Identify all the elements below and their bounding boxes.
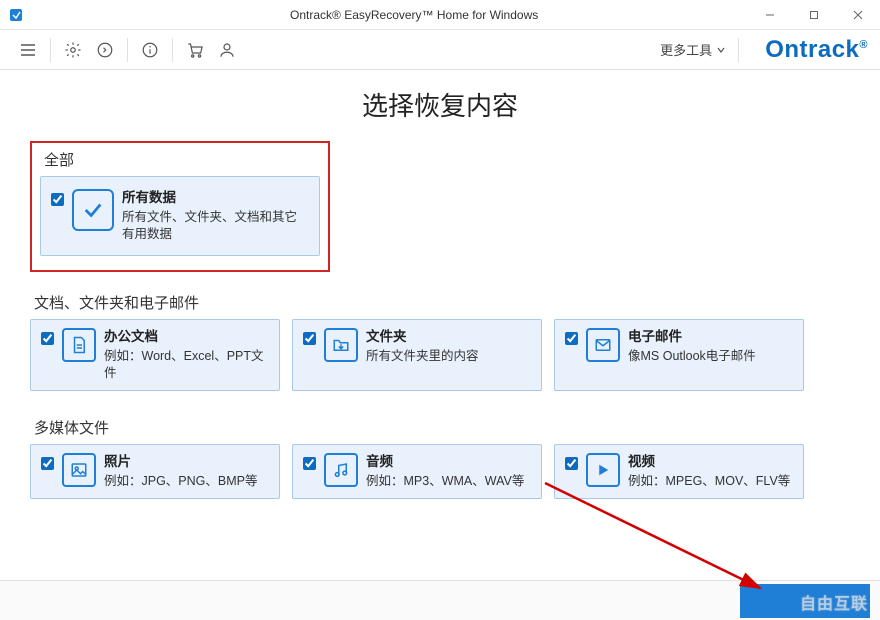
separator xyxy=(172,38,173,62)
card-desc: 所有文件、文件夹、文档和其它有用数据 xyxy=(122,209,307,243)
page-content: 选择恢复内容 全部 所有数据 所有文件、文件夹、文档和其它有用数据 文档、文件夹… xyxy=(0,70,880,580)
checkbox-office-docs[interactable] xyxy=(41,332,54,345)
checkbox-audio[interactable] xyxy=(303,457,316,470)
window-controls xyxy=(748,0,880,30)
more-tools-label: 更多工具 xyxy=(660,40,712,59)
chevron-down-icon xyxy=(716,45,726,55)
history-button[interactable] xyxy=(91,36,119,64)
separator xyxy=(738,38,739,62)
minimize-button[interactable] xyxy=(748,0,792,30)
separator xyxy=(50,38,51,62)
checkbox-all-data[interactable] xyxy=(51,193,64,206)
card-text: 视频 例如：MPEG、MOV、FLV等 xyxy=(628,453,790,490)
card-title: 视频 xyxy=(628,453,790,471)
toolbar: 更多工具 Ontrack® xyxy=(0,30,880,70)
card-title: 文件夹 xyxy=(366,328,479,346)
separator xyxy=(127,38,128,62)
card-desc: 例如：Word、Excel、PPT文件 xyxy=(104,348,269,382)
music-icon xyxy=(324,453,358,487)
checkbox-email[interactable] xyxy=(565,332,578,345)
card-text: 音频 例如：MP3、WMA、WAV等 xyxy=(366,453,524,490)
card-email[interactable]: 电子邮件 像MS Outlook电子邮件 xyxy=(554,319,804,391)
card-desc: 例如：JPG、PNG、BMP等 xyxy=(104,473,258,490)
title-bar: Ontrack® EasyRecovery™ Home for Windows xyxy=(0,0,880,30)
user-button[interactable] xyxy=(213,36,241,64)
checkbox-folders[interactable] xyxy=(303,332,316,345)
card-title: 所有数据 xyxy=(122,189,307,207)
card-text: 文件夹 所有文件夹里的内容 xyxy=(366,328,479,365)
check-icon xyxy=(72,189,114,231)
card-office-docs[interactable]: 办公文档 例如：Word、Excel、PPT文件 xyxy=(30,319,280,391)
card-text: 所有数据 所有文件、文件夹、文档和其它有用数据 xyxy=(122,189,307,243)
folder-icon xyxy=(324,328,358,362)
maximize-button[interactable] xyxy=(792,0,836,30)
image-icon xyxy=(62,453,96,487)
bottom-bar xyxy=(0,580,880,620)
card-title: 音频 xyxy=(366,453,524,471)
checkbox-video[interactable] xyxy=(565,457,578,470)
row-docs: 办公文档 例如：Word、Excel、PPT文件 文件夹 所有文件夹里的内容 电… xyxy=(30,319,850,391)
card-title: 照片 xyxy=(104,453,258,471)
info-button[interactable] xyxy=(136,36,164,64)
more-tools-button[interactable]: 更多工具 xyxy=(654,36,732,63)
checkbox-photos[interactable] xyxy=(41,457,54,470)
card-text: 照片 例如：JPG、PNG、BMP等 xyxy=(104,453,258,490)
card-text: 办公文档 例如：Word、Excel、PPT文件 xyxy=(104,328,269,382)
card-title: 电子邮件 xyxy=(628,328,756,346)
app-icon xyxy=(8,7,24,23)
card-desc: 所有文件夹里的内容 xyxy=(366,348,479,365)
close-button[interactable] xyxy=(836,0,880,30)
card-all-data[interactable]: 所有数据 所有文件、文件夹、文档和其它有用数据 xyxy=(40,176,320,256)
row-media: 照片 例如：JPG、PNG、BMP等 音频 例如：MP3、WMA、WAV等 视频… xyxy=(30,444,850,499)
card-folders[interactable]: 文件夹 所有文件夹里的内容 xyxy=(292,319,542,391)
card-video[interactable]: 视频 例如：MPEG、MOV、FLV等 xyxy=(554,444,804,499)
window-title: Ontrack® EasyRecovery™ Home for Windows xyxy=(290,8,538,22)
card-desc: 例如：MPEG、MOV、FLV等 xyxy=(628,473,790,490)
card-text: 电子邮件 像MS Outlook电子邮件 xyxy=(628,328,756,365)
settings-button[interactable] xyxy=(59,36,87,64)
card-desc: 像MS Outlook电子邮件 xyxy=(628,348,756,365)
section-title-docs: 文档、文件夹和电子邮件 xyxy=(34,292,850,313)
card-desc: 例如：MP3、WMA、WAV等 xyxy=(366,473,524,490)
card-photos[interactable]: 照片 例如：JPG、PNG、BMP等 xyxy=(30,444,280,499)
card-title: 办公文档 xyxy=(104,328,269,346)
section-title-media: 多媒体文件 xyxy=(34,417,850,438)
brand-logo: Ontrack® xyxy=(765,36,868,64)
menu-button[interactable] xyxy=(14,36,42,64)
page-title: 选择恢复内容 xyxy=(30,86,850,123)
section-title-all: 全部 xyxy=(44,149,320,170)
next-button[interactable] xyxy=(740,584,870,618)
mail-icon xyxy=(586,328,620,362)
play-icon xyxy=(586,453,620,487)
document-icon xyxy=(62,328,96,362)
card-audio[interactable]: 音频 例如：MP3、WMA、WAV等 xyxy=(292,444,542,499)
highlight-all-section: 全部 所有数据 所有文件、文件夹、文档和其它有用数据 xyxy=(30,141,330,272)
cart-button[interactable] xyxy=(181,36,209,64)
